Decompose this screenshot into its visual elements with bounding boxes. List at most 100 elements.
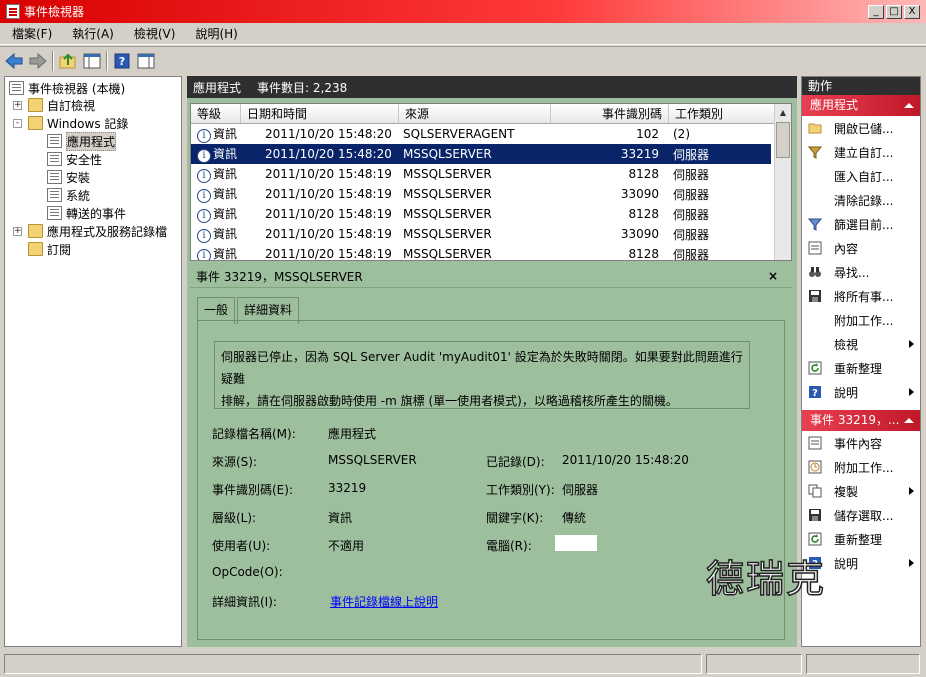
status-cell-main: [4, 653, 702, 674]
table-row[interactable]: i 資訊 2011/10/20 15:48:19 MSSQLSERVER 8128…: [191, 164, 791, 184]
action-save-selected-events[interactable]: 儲存選取...: [802, 503, 920, 527]
blank-icon: [808, 313, 822, 327]
collapse-icon[interactable]: -: [13, 118, 22, 128]
cell-level: 資訊: [213, 147, 238, 161]
tree-item-event-viewer-local[interactable]: 事件檢視器 (本機): [9, 79, 125, 97]
action-create-custom-view[interactable]: 建立自訂...: [802, 140, 920, 164]
table-row[interactable]: i 資訊 2011/10/20 15:48:20 SQLSERVERAGENT 1…: [191, 124, 791, 144]
cell-event-id: 102: [636, 127, 659, 141]
tree-item-label: 應用程式: [66, 131, 117, 151]
action-attach-task[interactable]: 附加工作...: [802, 308, 920, 332]
action-view[interactable]: 檢視: [802, 332, 920, 356]
action-filter-current-log[interactable]: 篩選目前...: [802, 212, 920, 236]
table-row-selected[interactable]: i 資訊 2011/10/20 15:48:20 MSSQLSERVER 3321…: [191, 144, 771, 164]
console-tree: 事件檢視器 (本機) + 自訂檢視 - Windows 記錄 應用程式 安全性 …: [4, 76, 182, 647]
column-header-task-category[interactable]: 工作類別: [669, 104, 774, 123]
save-disk-icon: [809, 509, 821, 521]
event-message-box[interactable]: 伺服器已停止，因為 SQL Server Audit 'myAudit01' 設…: [214, 341, 750, 409]
tree-item-app-services-logs[interactable]: + 應用程式及服務記錄檔: [13, 222, 167, 240]
tree-item-custom-views[interactable]: + 自訂檢視: [13, 96, 95, 114]
minimize-button[interactable]: _: [868, 4, 884, 19]
cell-category: 伺服器: [673, 187, 710, 202]
tree-item-application[interactable]: 應用程式: [47, 131, 117, 151]
subscription-icon: [28, 242, 43, 256]
menu-view[interactable]: 檢視(V): [126, 25, 184, 42]
tree-item-forwarded-events[interactable]: 轉送的事件: [47, 204, 126, 222]
action-label: 附加工作...: [834, 313, 894, 328]
cell-source: MSSQLSERVER: [403, 207, 492, 221]
action-open-saved-log[interactable]: 開啟已儲...: [802, 116, 920, 140]
action-find[interactable]: 尋找...: [802, 260, 920, 284]
table-row[interactable]: i 資訊 2011/10/20 15:48:19 MSSQLSERVER 3309…: [191, 224, 791, 244]
tree-item-setup[interactable]: 安裝: [47, 168, 90, 186]
action-help[interactable]: ? 說明: [802, 380, 920, 404]
menu-help[interactable]: 說明(H): [187, 25, 245, 42]
help-button[interactable]: ?: [112, 51, 132, 71]
close-button[interactable]: X: [904, 4, 920, 19]
back-arrow-icon: [5, 52, 23, 69]
cell-level: 資訊: [213, 227, 238, 241]
event-id-label: 事件識別碼(E):: [212, 483, 293, 497]
folder-up-icon: [59, 53, 76, 68]
action-properties[interactable]: 內容: [802, 236, 920, 260]
forward-button[interactable]: [28, 51, 48, 71]
cell-event-id: 8128: [628, 207, 659, 221]
expand-icon[interactable]: +: [13, 100, 22, 110]
level-label: 層級(L):: [212, 511, 257, 525]
scroll-up-arrow-icon[interactable]: ▲: [775, 104, 791, 121]
event-viewer-icon: [9, 81, 24, 95]
action-refresh[interactable]: 重新整理: [802, 356, 920, 380]
log-name: 應用程式: [193, 80, 242, 95]
tree-item-subscriptions[interactable]: 訂閱: [28, 240, 71, 258]
table-row[interactable]: i 資訊 2011/10/20 15:48:19 MSSQLSERVER 8128…: [191, 244, 791, 260]
column-header-level[interactable]: 等級: [191, 104, 241, 123]
toolbar: ?: [0, 46, 926, 74]
action-event-properties[interactable]: 事件內容: [802, 431, 920, 455]
forward-arrow-icon: [29, 52, 47, 69]
actions-section-event[interactable]: 事件 33219，...: [802, 410, 920, 431]
user-value: 不適用: [328, 539, 365, 553]
filter-icon: [808, 218, 822, 231]
table-row[interactable]: i 資訊 2011/10/20 15:48:19 MSSQLSERVER 8128…: [191, 204, 791, 224]
menu-file[interactable]: 檔案(F): [4, 25, 60, 42]
refresh-icon: [808, 532, 822, 546]
column-header-source[interactable]: 來源: [399, 104, 551, 123]
folder-icon: [28, 98, 43, 112]
expand-icon[interactable]: +: [13, 226, 22, 236]
tree-item-security[interactable]: 安全性: [47, 150, 102, 168]
source-label: 來源(S):: [212, 455, 258, 469]
up-level-button[interactable]: [58, 51, 78, 71]
tree-item-windows-logs[interactable]: - Windows 記錄: [13, 114, 128, 132]
action-clear-log[interactable]: 清除記錄...: [802, 188, 920, 212]
show-hide-tree-button[interactable]: [82, 51, 102, 71]
event-log-online-help-link[interactable]: 事件記錄檔線上說明: [330, 593, 438, 610]
console-tree-icon: [83, 53, 101, 68]
close-detail-icon[interactable]: ×: [768, 269, 778, 283]
actions-section-application[interactable]: 應用程式: [802, 95, 920, 116]
action-pane-button[interactable]: [136, 51, 156, 71]
action-attach-task-to-event[interactable]: 附加工作...: [802, 455, 920, 479]
tree-item-label: Windows 記錄: [47, 116, 129, 131]
event-detail-title: 事件 33219，MSSQLSERVER: [196, 270, 363, 284]
folder-icon: [28, 224, 43, 238]
action-copy[interactable]: 複製: [802, 479, 920, 503]
maximize-button[interactable]: □: [886, 4, 902, 19]
event-list[interactable]: 等級 日期和時間 來源 事件識別碼 工作類別 i 資訊 2011/10/20 15…: [190, 103, 792, 261]
action-save-all-events[interactable]: 將所有事...: [802, 284, 920, 308]
action-import-custom-view[interactable]: 匯入自訂...: [802, 164, 920, 188]
action-label: 儲存選取...: [834, 508, 894, 523]
tree-item-system[interactable]: 系統: [47, 186, 90, 204]
scrollbar-thumb[interactable]: [776, 122, 790, 158]
help-icon: ?: [114, 53, 130, 68]
submenu-arrow-icon: [909, 559, 914, 567]
help-icon: ?: [809, 386, 821, 399]
back-button[interactable]: [4, 51, 24, 71]
log-icon: [47, 206, 62, 220]
column-header-event-id[interactable]: 事件識別碼: [551, 104, 669, 123]
event-list-scrollbar[interactable]: ▲: [774, 104, 791, 260]
menu-action[interactable]: 執行(A): [64, 25, 122, 42]
column-header-datetime[interactable]: 日期和時間: [241, 104, 399, 123]
action-label: 開啟已儲...: [834, 121, 894, 136]
table-row[interactable]: i 資訊 2011/10/20 15:48:19 MSSQLSERVER 3309…: [191, 184, 791, 204]
info-icon: i: [197, 229, 211, 243]
